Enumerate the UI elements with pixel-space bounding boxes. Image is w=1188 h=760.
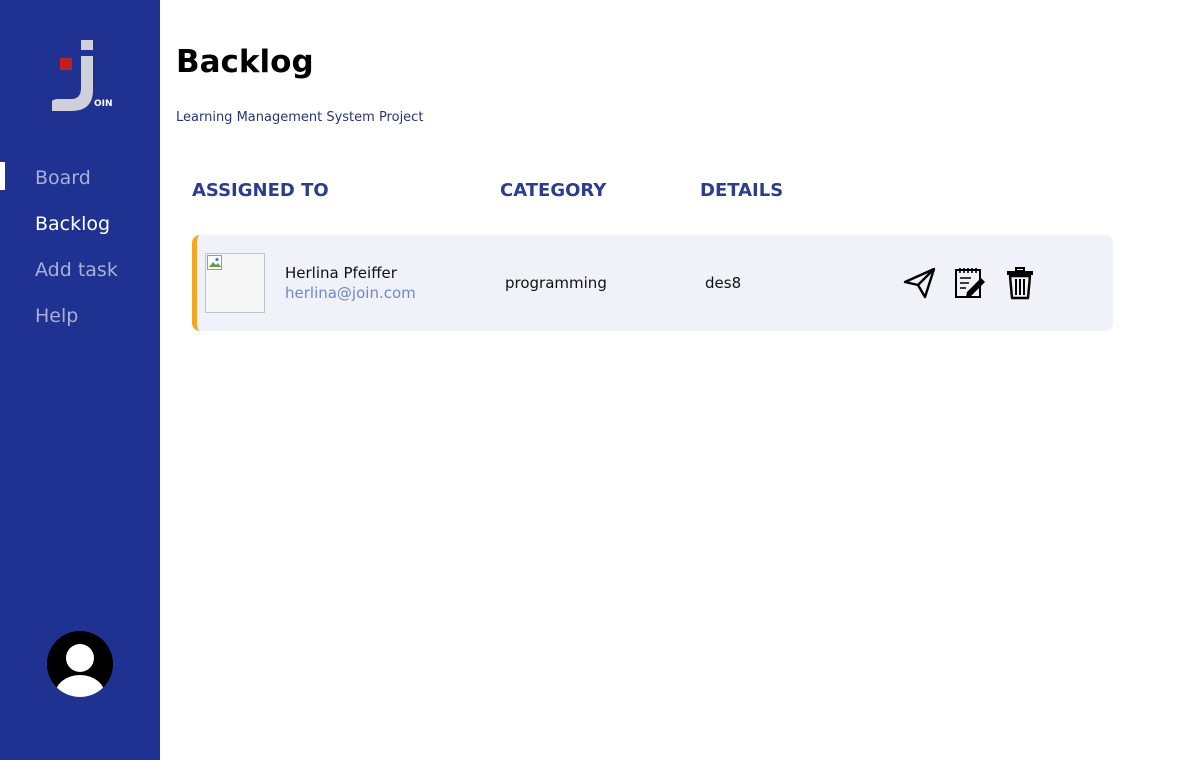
assignee-name: Herlina Pfeiffer [285,264,397,282]
join-logo[interactable]: OIN [50,38,114,114]
column-header-assigned-to: ASSIGNED TO [192,180,329,201]
page-title: Backlog [176,44,314,80]
sidebar-nav: Board Backlog Add task Help [0,162,160,346]
assignee-avatar [205,253,265,313]
sidebar-item-help[interactable]: Help [0,300,160,346]
column-header-category: CATEGORY [500,180,607,201]
task-row[interactable]: Herlina Pfeiffer herlina@join.com progra… [192,235,1113,331]
delete-task-button[interactable] [1003,266,1037,300]
sidebar: OIN Board Backlog Add task Help [0,0,160,760]
send-icon [903,267,936,299]
column-header-details: DETAILS [700,180,784,201]
task-category: programming [505,274,607,292]
edit-task-button[interactable] [953,266,987,300]
trash-icon [1007,267,1033,300]
sidebar-item-board[interactable]: Board [0,162,160,208]
main-content: Backlog Learning Management System Proje… [160,0,1188,760]
send-to-board-button[interactable] [903,266,937,300]
logo-wordmark: OIN [94,99,113,109]
project-subtitle: Learning Management System Project [176,110,424,125]
task-details: des8 [705,274,742,292]
sidebar-item-backlog[interactable]: Backlog [0,162,160,254]
broken-image-icon [207,255,222,270]
assignee-email[interactable]: herlina@join.com [285,284,416,302]
user-avatar[interactable] [47,631,113,697]
user-silhouette-icon [55,644,105,697]
edit-note-icon [955,268,985,298]
sidebar-item-add-task[interactable]: Add task [0,254,160,300]
